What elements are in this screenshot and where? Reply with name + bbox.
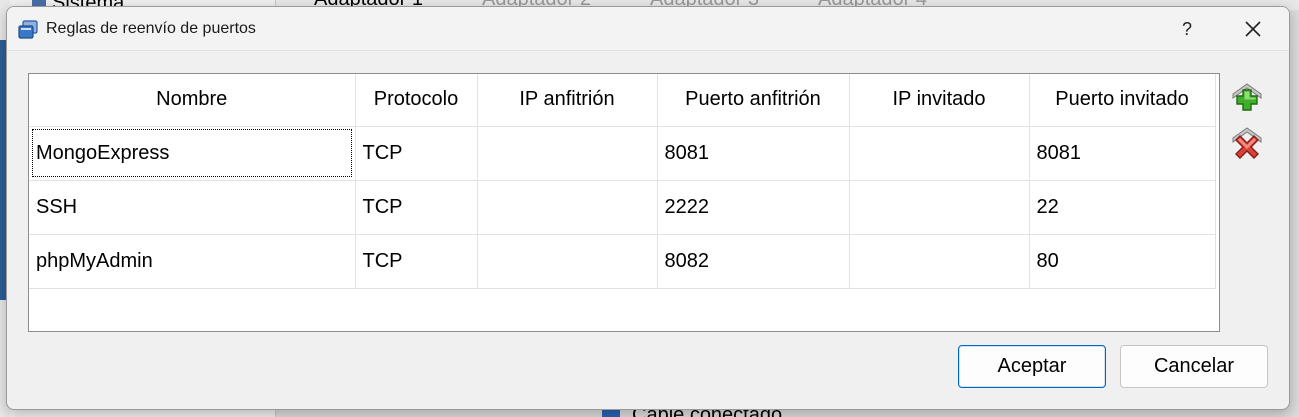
close-button[interactable] — [1225, 11, 1281, 47]
dialog-titlebar: Reglas de reenvío de puertos ? — [7, 7, 1289, 51]
add-rule-button[interactable] — [1229, 80, 1265, 116]
column-header-guest-ip[interactable]: IP invitado — [849, 74, 1029, 126]
table-row[interactable]: MongoExpress TCP 8081 8081 — [29, 126, 1215, 180]
accept-button[interactable]: Aceptar — [958, 345, 1106, 388]
column-header-host-ip[interactable]: IP anfitrión — [477, 74, 657, 126]
table-header-row: Nombre Protocolo IP anfitrión Puerto anf… — [29, 74, 1215, 126]
close-icon — [1244, 20, 1262, 38]
cell-guest-port[interactable]: 8081 — [1029, 126, 1215, 180]
cell-guest-ip[interactable] — [849, 234, 1029, 288]
cell-protocol[interactable]: TCP — [355, 180, 477, 234]
column-header-protocol[interactable]: Protocolo — [355, 74, 477, 126]
cell-host-port[interactable]: 2222 — [657, 180, 849, 234]
virtualbox-window-icon — [17, 19, 39, 41]
cell-host-port[interactable]: 8081 — [657, 126, 849, 180]
help-button[interactable]: ? — [1161, 11, 1213, 47]
dialog-title: Reglas de reenvío de puertos — [46, 20, 256, 38]
table-row[interactable]: SSH TCP 2222 22 — [29, 180, 1215, 234]
column-header-host-port[interactable]: Puerto anfitrión — [657, 74, 849, 126]
cell-protocol[interactable]: TCP — [355, 126, 477, 180]
cell-guest-ip[interactable] — [849, 180, 1029, 234]
cell-host-port[interactable]: 8082 — [657, 234, 849, 288]
remove-rule-button[interactable] — [1229, 124, 1265, 160]
cell-guest-ip[interactable] — [849, 126, 1029, 180]
cell-protocol[interactable]: TCP — [355, 234, 477, 288]
cell-host-ip[interactable] — [477, 180, 657, 234]
cell-name[interactable]: SSH — [29, 180, 355, 234]
column-header-name[interactable]: Nombre — [29, 74, 355, 126]
cell-name[interactable]: phpMyAdmin — [29, 234, 355, 288]
cell-host-ip[interactable] — [477, 234, 657, 288]
table-row[interactable]: phpMyAdmin TCP 8082 80 — [29, 234, 1215, 288]
cancel-button[interactable]: Cancelar — [1120, 345, 1268, 388]
port-forwarding-dialog: Reglas de reenvío de puertos ? Nombre Pr… — [6, 6, 1290, 410]
cell-host-ip[interactable] — [477, 126, 657, 180]
rules-table: Nombre Protocolo IP anfitrión Puerto anf… — [29, 74, 1216, 289]
column-header-guest-port[interactable]: Puerto invitado — [1029, 74, 1215, 126]
rules-table-frame: Nombre Protocolo IP anfitrión Puerto anf… — [28, 73, 1220, 332]
cell-guest-port[interactable]: 80 — [1029, 234, 1215, 288]
add-rule-icon — [1229, 80, 1265, 116]
cell-guest-port[interactable]: 22 — [1029, 180, 1215, 234]
cell-name[interactable]: MongoExpress — [29, 126, 355, 180]
remove-rule-icon — [1229, 124, 1265, 160]
